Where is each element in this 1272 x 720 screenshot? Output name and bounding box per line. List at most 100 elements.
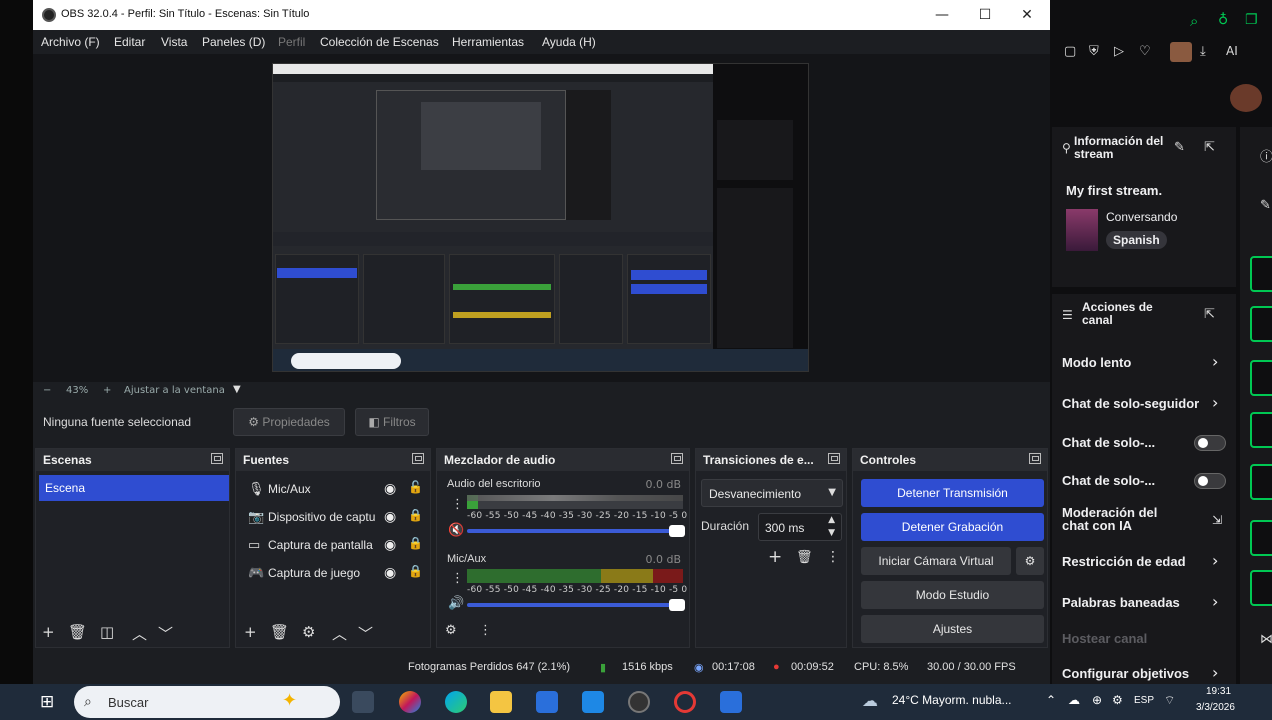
maximize-button[interactable]: ☐ xyxy=(973,4,997,26)
copilot-icon[interactable] xyxy=(399,691,421,713)
shield-icon[interactable]: ⛨ xyxy=(1089,44,1099,59)
action-slow-mode[interactable]: Modo lento xyxy=(1062,355,1131,370)
bulb-icon[interactable]: ♁ xyxy=(1218,12,1228,28)
gear-icon[interactable]: ⚙ xyxy=(1016,547,1044,575)
lock-icon[interactable]: 🔓 xyxy=(408,480,423,494)
kebab-menu-icon[interactable]: ⋮ xyxy=(826,549,840,565)
heart-icon[interactable]: ♡ xyxy=(1139,44,1151,59)
popout-icon[interactable]: ⇱ xyxy=(1204,307,1215,322)
undock-icon[interactable] xyxy=(671,453,683,464)
chevron-right-icon[interactable]: › xyxy=(1212,592,1218,611)
speaker-icon[interactable]: 🔊 xyxy=(448,596,464,611)
move-up-icon[interactable]: ︿ xyxy=(332,623,347,644)
add-source-button[interactable]: + xyxy=(244,623,257,641)
outlook-icon[interactable] xyxy=(582,691,604,713)
pencil-icon[interactable]: ✎ xyxy=(1174,140,1185,155)
menu-archivo[interactable]: Archivo (F) xyxy=(41,35,100,49)
add-scene-button[interactable]: + xyxy=(42,623,55,641)
kebab-menu-icon[interactable]: ⋮ xyxy=(451,571,464,586)
action-ai-moderation[interactable]: Moderación del chat con IA xyxy=(1062,506,1186,532)
duration-spinbox[interactable]: 300 ms ▲ ▼ xyxy=(758,513,842,541)
lock-icon[interactable]: 🔒 xyxy=(408,508,423,522)
chevron-up-icon[interactable]: ⌃ xyxy=(1046,693,1056,707)
source-item[interactable]: 🎙 Mic/Aux ◉ 🔓 xyxy=(236,475,432,503)
language-tag[interactable]: Spanish xyxy=(1106,231,1167,249)
undock-icon[interactable] xyxy=(828,453,840,464)
chevron-down-icon[interactable]: ▼ xyxy=(828,528,835,538)
info-icon[interactable]: ⓘ xyxy=(1260,146,1272,165)
move-up-icon[interactable]: ︿ xyxy=(132,623,147,644)
trash-icon[interactable]: 🗑 xyxy=(796,550,813,565)
popout-icon[interactable]: ⇱ xyxy=(1204,140,1215,155)
stop-stream-button[interactable]: Detener Transmisión xyxy=(861,479,1044,507)
studio-mode-button[interactable]: Modo Estudio xyxy=(861,581,1044,609)
profile-avatar[interactable] xyxy=(1230,84,1262,112)
file-explorer-icon[interactable] xyxy=(490,691,512,713)
quick-action-button[interactable] xyxy=(1250,256,1272,292)
task-view-icon[interactable] xyxy=(352,691,374,713)
trash-icon[interactable]: 🗑 xyxy=(68,623,87,641)
add-transition-button[interactable]: + xyxy=(768,547,782,567)
external-link-icon[interactable]: ⇲ xyxy=(1212,513,1222,527)
clip-icon[interactable]: ▢ xyxy=(1064,44,1076,59)
quick-action-button[interactable] xyxy=(1250,464,1272,500)
close-button[interactable]: ✕ xyxy=(1015,4,1039,26)
source-item[interactable]: 📷 Dispositivo de captu ◉ 🔒 xyxy=(236,503,432,531)
action-goals[interactable]: Configurar objetivos xyxy=(1062,666,1189,681)
undock-icon[interactable] xyxy=(412,453,424,464)
virtual-camera-button[interactable]: Iniciar Cámara Virtual xyxy=(861,547,1011,575)
zoom-fit-select[interactable]: Ajustar a la ventana xyxy=(124,385,225,396)
store-icon[interactable] xyxy=(536,691,558,713)
slider-knob[interactable] xyxy=(669,599,685,611)
windows-start-icon[interactable]: ⊞ xyxy=(40,692,54,712)
chevron-right-icon[interactable]: › xyxy=(1212,551,1218,570)
pencil-icon[interactable]: ✎ xyxy=(1260,198,1271,213)
category-name[interactable]: Conversando xyxy=(1106,210,1177,224)
zoom-in-button[interactable]: + xyxy=(103,385,111,396)
menu-editar[interactable]: Editar xyxy=(114,35,145,49)
gear-icon[interactable]: ⚙ xyxy=(302,623,315,641)
chevron-right-icon[interactable]: › xyxy=(1212,393,1218,412)
app-icon[interactable] xyxy=(720,691,742,713)
advanced-audio-gear-icon[interactable]: ⚙ xyxy=(445,623,457,638)
search-icon[interactable]: ⌕ xyxy=(1190,12,1198,30)
eye-icon[interactable]: ◉ xyxy=(384,536,396,553)
eye-icon[interactable]: ◉ xyxy=(384,508,396,525)
cloud-icon[interactable]: ☁ xyxy=(1068,693,1080,707)
properties-button[interactable]: ⚙ Propiedades xyxy=(233,408,345,436)
scene-filters-icon[interactable]: ◫ xyxy=(100,623,114,641)
action-banned-words[interactable]: Palabras baneadas xyxy=(1062,595,1180,610)
move-down-icon[interactable]: ﹀ xyxy=(158,623,173,644)
lock-icon[interactable]: 🔒 xyxy=(408,536,423,550)
zoom-out-button[interactable]: − xyxy=(43,385,51,396)
opera-icon[interactable] xyxy=(674,691,696,713)
stop-record-button[interactable]: Detener Grabación xyxy=(861,513,1044,541)
quick-action-button[interactable] xyxy=(1250,520,1272,556)
undock-icon[interactable] xyxy=(211,453,223,464)
muted-speaker-icon[interactable]: 🔇 xyxy=(448,523,464,538)
chevron-right-icon[interactable]: › xyxy=(1212,352,1218,371)
chevron-right-icon[interactable]: › xyxy=(1212,663,1218,682)
chevron-up-icon[interactable]: ▲ xyxy=(828,515,835,525)
menu-ayuda[interactable]: Ayuda (H) xyxy=(542,35,596,49)
action-follower-chat[interactable]: Chat de solo-seguidor xyxy=(1062,396,1199,411)
emote-chat-toggle[interactable] xyxy=(1194,473,1226,489)
desktop-audio-volume-slider[interactable] xyxy=(467,525,685,537)
window-icon[interactable]: ❐ xyxy=(1245,12,1258,28)
transition-select[interactable]: Desvanecimiento ▼ xyxy=(701,479,843,507)
network-icon[interactable]: ⊕ xyxy=(1092,693,1102,707)
trash-icon[interactable]: 🗑 xyxy=(270,623,289,641)
slider-knob[interactable] xyxy=(669,525,685,537)
weather-text[interactable]: 24°C Mayorm. nubla... xyxy=(892,693,1012,707)
language-indicator[interactable]: ESP xyxy=(1134,695,1154,706)
quick-action-button[interactable] xyxy=(1250,360,1272,396)
quick-action-button[interactable] xyxy=(1250,412,1272,448)
edge-icon[interactable] xyxy=(445,691,467,713)
filters-button[interactable]: ◧ Filtros xyxy=(355,408,429,436)
avatar[interactable] xyxy=(1170,42,1192,62)
eye-icon[interactable]: ◉ xyxy=(384,564,396,581)
source-item[interactable]: ▭ Captura de pantalla ◉ 🔒 xyxy=(236,531,432,559)
menu-herramientas[interactable]: Herramientas xyxy=(452,35,524,49)
quick-action-button[interactable] xyxy=(1250,570,1272,606)
kebab-menu-icon[interactable]: ⋮ xyxy=(479,623,492,638)
